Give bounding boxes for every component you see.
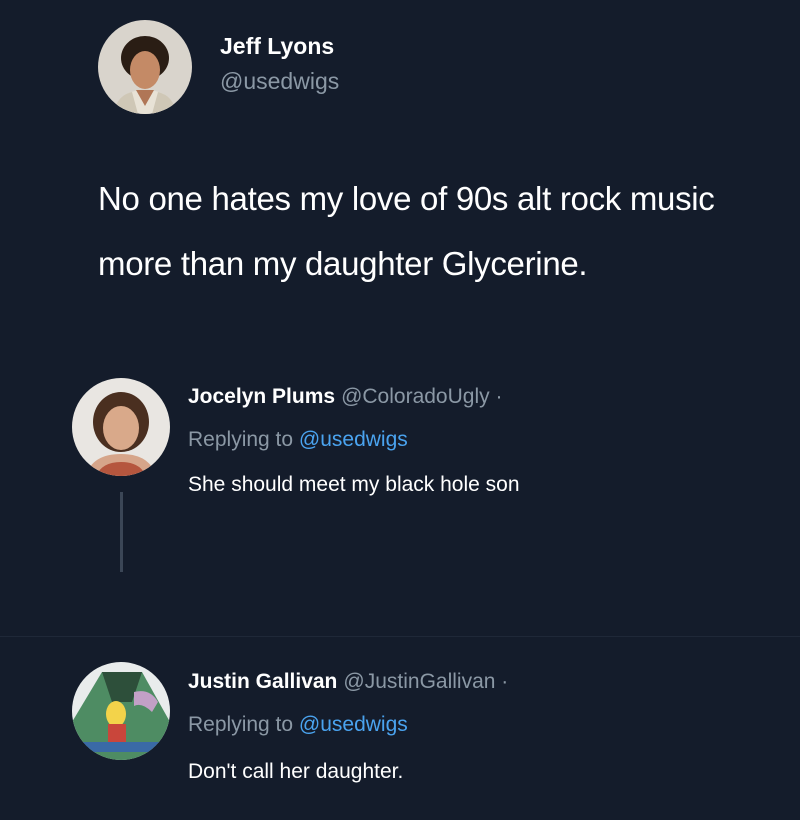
cartoon-icon	[72, 662, 170, 760]
reply-author-name[interactable]: Justin Gallivan	[188, 670, 337, 693]
replying-to-mention[interactable]: @usedwigs	[299, 713, 408, 736]
reply-text: Don't call her daughter.	[188, 760, 404, 783]
replying-to: Replying to @usedwigs	[188, 713, 408, 737]
reply-tweet: Justin Gallivan @JustinGallivan · Replyin…	[0, 0, 800, 820]
justin-gallivan-avatar[interactable]	[72, 662, 170, 760]
replying-to-label: Replying to	[188, 713, 299, 736]
reply-author-handle[interactable]: @JustinGallivan ·	[343, 670, 508, 693]
reply-header: Justin Gallivan @JustinGallivan ·	[188, 670, 508, 694]
